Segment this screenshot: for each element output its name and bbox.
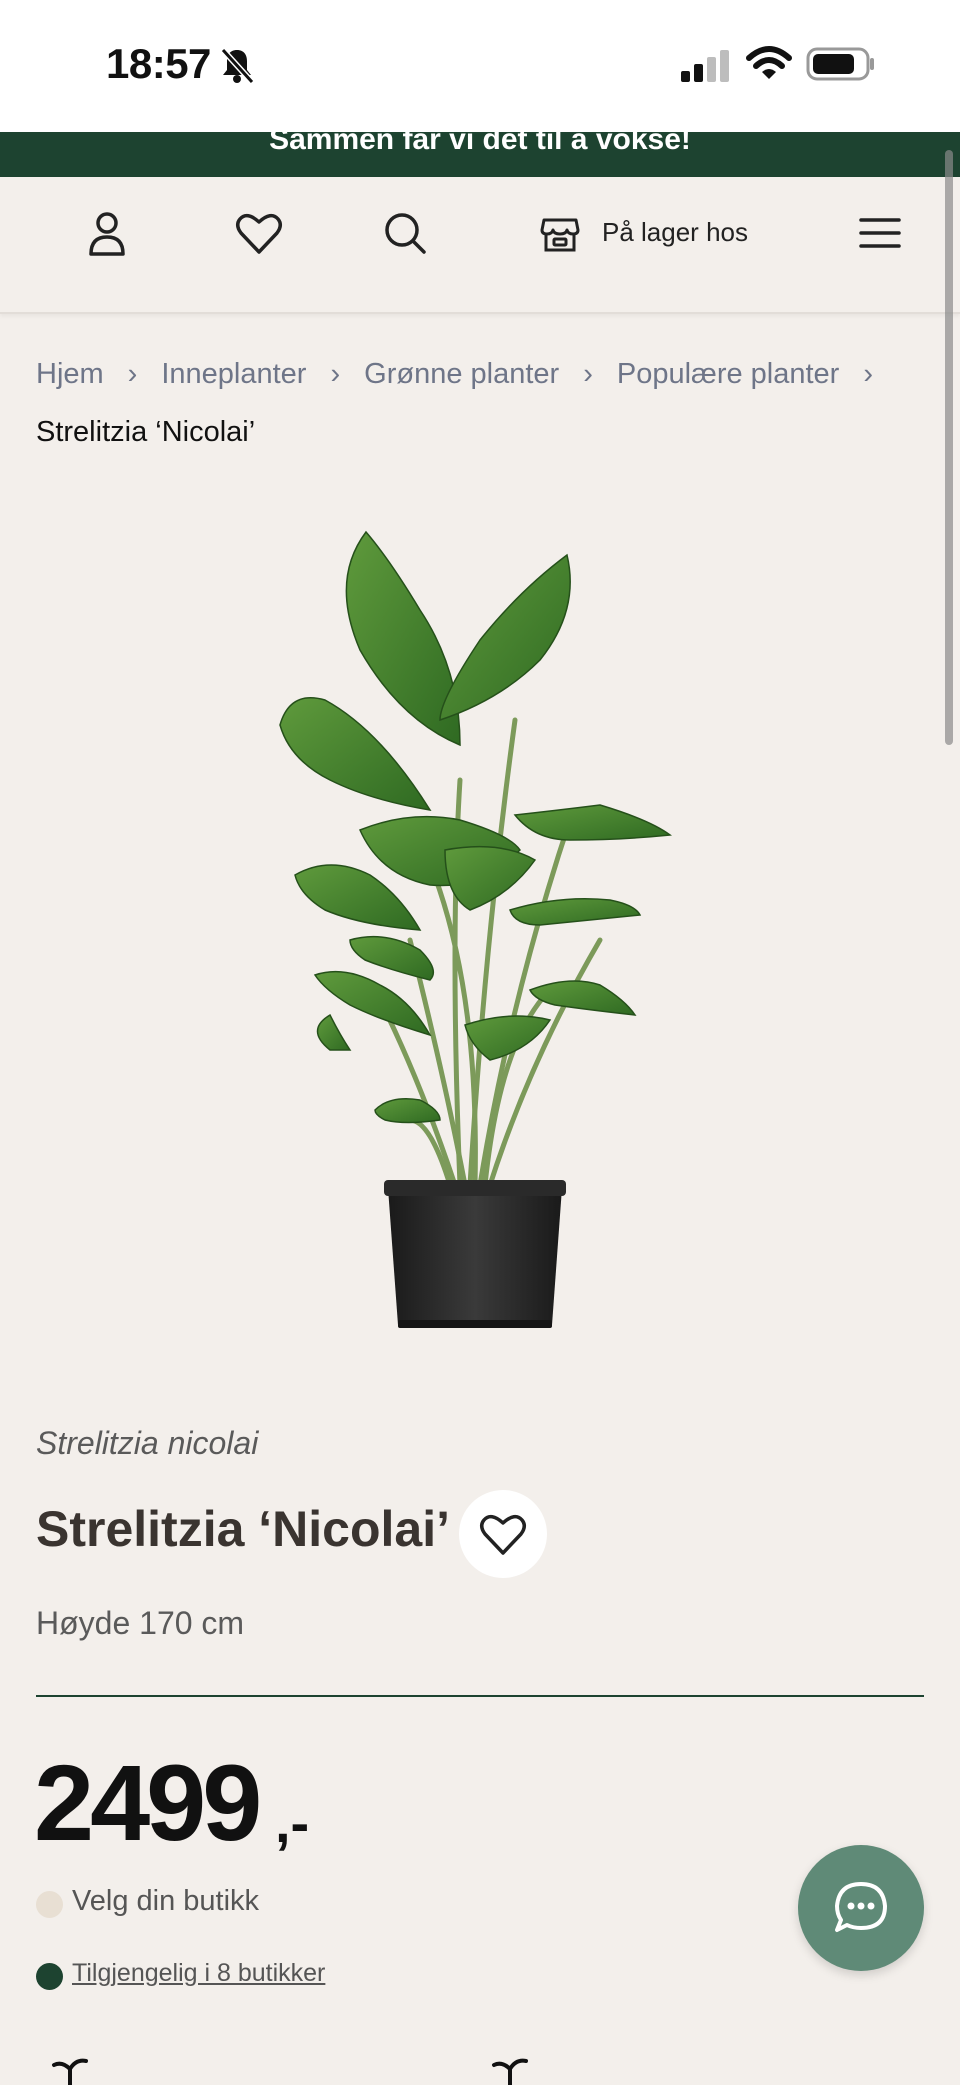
promo-banner: Sammen får vi det til å vokse! xyxy=(0,132,960,177)
chevron-right-icon: › xyxy=(583,358,593,390)
breadcrumb: Hjem › Inneplanter › Grønne planter › Populære… xyxy=(36,345,926,461)
chevron-right-icon: › xyxy=(330,358,341,390)
chevron-right-icon: › xyxy=(127,358,138,390)
store-stock-button[interactable]: På lager hos xyxy=(538,207,748,257)
divider xyxy=(36,1695,924,1697)
breadcrumb-home[interactable]: Hjem xyxy=(36,345,104,403)
banner-text: Sammen får vi det til å vokse! xyxy=(269,132,691,156)
product-price: 2499 xyxy=(34,1742,262,1863)
select-store-link[interactable]: Velg din butikk xyxy=(72,1885,259,1918)
product-image[interactable] xyxy=(270,520,710,1340)
availability-dot xyxy=(36,1963,63,1990)
product-title: Strelitzia ‘Nicolai’ xyxy=(36,1501,451,1557)
status-bar: 18:57 xyxy=(0,0,960,132)
store-icon xyxy=(540,218,580,252)
store-stock-label: På lager hos xyxy=(602,216,748,247)
product-height: Høyde 170 cm xyxy=(36,1605,245,1641)
availability-link[interactable]: Tilgjengelig i 8 butikker xyxy=(72,1959,325,1988)
menu-icon[interactable] xyxy=(855,208,905,258)
chevron-right-icon: › xyxy=(863,358,874,390)
bell-slash-icon xyxy=(220,47,255,85)
heart-icon xyxy=(480,1514,526,1555)
price-suffix: ,- xyxy=(275,1791,310,1854)
page-scrollbar[interactable] xyxy=(945,150,953,745)
breadcrumb-popular-plants[interactable]: Populære planter xyxy=(617,345,839,403)
battery-icon xyxy=(806,47,874,81)
heart-icon[interactable] xyxy=(234,208,284,258)
chat-bubble-icon xyxy=(835,1882,887,1932)
breadcrumb-indoor-plants[interactable]: Inneplanter xyxy=(161,345,306,403)
user-icon[interactable] xyxy=(82,208,132,258)
product-latin-name: Strelitzia nicolai xyxy=(36,1425,259,1461)
signal-icon xyxy=(681,50,729,82)
favorite-button[interactable] xyxy=(459,1490,547,1578)
search-icon[interactable] xyxy=(380,208,430,258)
breadcrumb-current: Strelitzia ‘Nicolai’ xyxy=(36,416,256,448)
store-status-dot xyxy=(36,1891,63,1918)
site-header: På lager hos xyxy=(0,177,960,314)
status-time: 18:57 xyxy=(106,40,211,87)
wifi-icon xyxy=(746,46,792,79)
chat-button[interactable] xyxy=(798,1845,924,1971)
breadcrumb-green-plants[interactable]: Grønne planter xyxy=(364,345,559,403)
